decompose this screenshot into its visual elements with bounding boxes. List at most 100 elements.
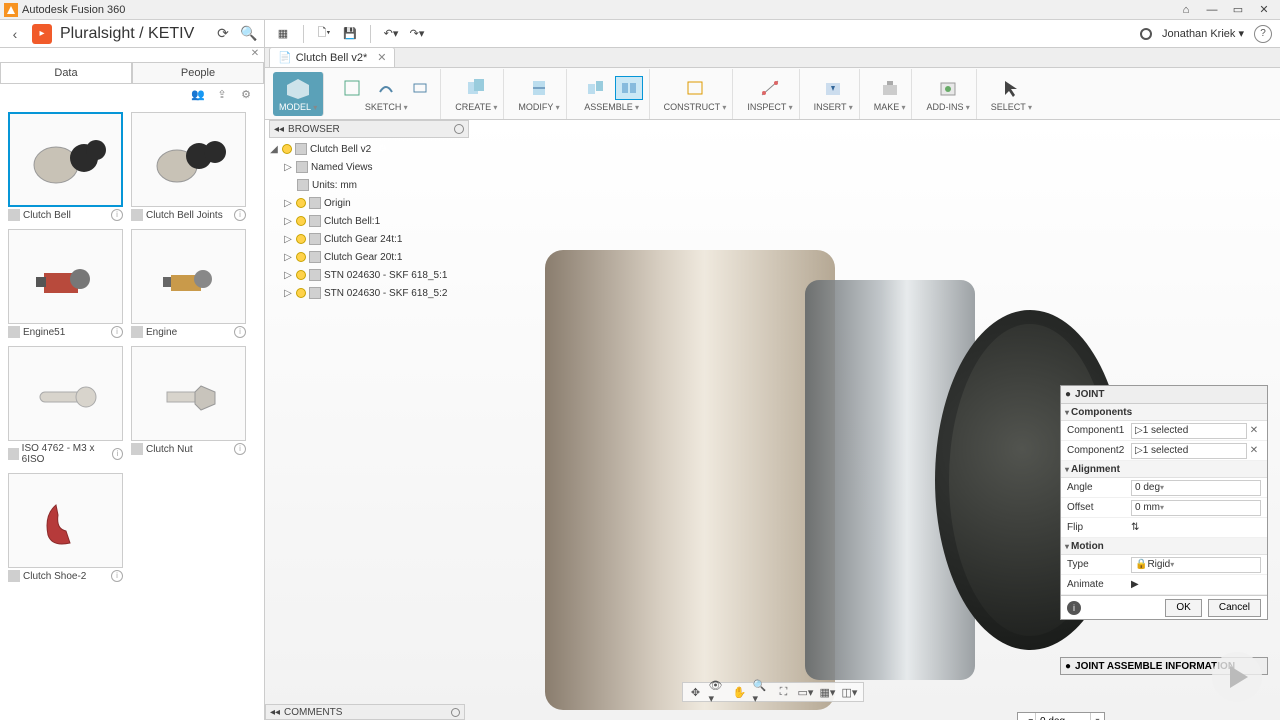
offset-input[interactable]: 0 mm — [1131, 500, 1261, 516]
expand-icon[interactable]: ▷ — [283, 216, 293, 227]
grid-icon[interactable]: ▦▾ — [819, 684, 837, 700]
visibility-icon[interactable] — [282, 144, 292, 154]
orbit-icon[interactable]: ✥ — [687, 684, 705, 700]
assemble-component-icon[interactable] — [581, 76, 609, 100]
redo-icon[interactable]: ↷▾ — [407, 24, 427, 44]
selection-field[interactable]: ▷ 1 selected — [1131, 443, 1247, 459]
tree-settings-icon[interactable]: ⚙ — [378, 144, 387, 155]
tree-node[interactable]: ▷STN 024630 - SKF 618_5:2 — [269, 284, 469, 302]
info-icon[interactable]: i — [234, 443, 246, 455]
expand-icon[interactable]: ▷ — [283, 288, 293, 299]
info-icon[interactable]: i — [111, 209, 123, 221]
help-icon[interactable]: ? — [1254, 25, 1272, 43]
thumb-engine[interactable]: Enginei — [131, 229, 246, 338]
ribbon-inspect[interactable]: INSPECT — [741, 69, 799, 119]
dropdown-icon[interactable]: ▾ — [1090, 713, 1104, 720]
user-menu[interactable]: Jonathan Kriek ▾ — [1162, 27, 1244, 40]
info-icon[interactable]: i — [112, 448, 123, 460]
look-icon[interactable]: 👁▾ — [709, 684, 727, 700]
grid-view-icon[interactable]: ▦ — [273, 24, 293, 44]
new-file-icon[interactable]: 🗋▾ — [314, 24, 334, 44]
visibility-icon[interactable] — [296, 288, 306, 298]
tree-node[interactable]: ▷Clutch Gear 20t:1 — [269, 248, 469, 266]
info-icon[interactable]: i — [234, 209, 246, 221]
sketch-rect-icon[interactable] — [406, 76, 434, 100]
thumb-engine51[interactable]: Engine51i — [8, 229, 123, 338]
type-dropdown[interactable]: 🔒 Rigid — [1131, 557, 1261, 573]
clear-selection-icon[interactable]: ✕ — [1247, 425, 1261, 436]
tree-root-row[interactable]: ◢ Clutch Bell v2 ⚙ — [269, 140, 469, 158]
undo-icon[interactable]: ↶▾ — [381, 24, 401, 44]
info-icon[interactable]: i — [234, 326, 246, 338]
section-motion[interactable]: Motion — [1061, 538, 1267, 555]
tree-node[interactable]: ▷Clutch Gear 24t:1 — [269, 230, 469, 248]
tree-node[interactable]: ▷Clutch Bell:1 — [269, 212, 469, 230]
animate-play-icon[interactable]: ▶ — [1131, 579, 1139, 590]
zoom-icon[interactable]: 🔍▾ — [753, 684, 771, 700]
tree-node[interactable]: ▷Named Views — [269, 158, 469, 176]
sketch-line-icon[interactable] — [372, 76, 400, 100]
back-icon[interactable]: ‹ — [6, 26, 24, 42]
visibility-icon[interactable] — [296, 216, 306, 226]
thumb-clutch-nut[interactable]: Clutch Nuti — [131, 346, 246, 465]
ribbon-sketch[interactable]: SKETCH — [332, 69, 441, 119]
viewport[interactable]: ◂◂ BROWSER ◢ Clutch Bell v2 ⚙ ▷Named Vie… — [265, 120, 1280, 720]
thumb-iso-bolt[interactable]: ISO 4762 - M3 x 6ISOi — [8, 346, 123, 465]
visibility-icon[interactable] — [296, 198, 306, 208]
tree-node[interactable]: ▷STN 024630 - SKF 618_5:1 — [269, 266, 469, 284]
expand-icon[interactable]: ◢ — [269, 144, 279, 155]
upload-icon[interactable]: ⇪ — [214, 88, 230, 104]
window-maximize-icon[interactable]: ▭ — [1226, 2, 1250, 18]
pin-icon[interactable] — [454, 124, 464, 134]
tree-node[interactable]: Units: mm — [269, 176, 469, 194]
info-icon[interactable]: i — [111, 326, 123, 338]
angle-input[interactable]: 0 deg — [1131, 480, 1261, 496]
pan-icon[interactable]: ✋ — [731, 684, 749, 700]
search-icon[interactable]: 🔍 — [240, 25, 258, 42]
collapse-icon[interactable]: ◂◂ — [274, 124, 284, 135]
fit-icon[interactable]: ⛶ — [775, 684, 793, 700]
assemble-joint-icon[interactable] — [615, 76, 643, 100]
data-panel-close-icon[interactable]: ✕ — [248, 48, 262, 62]
pin-icon[interactable] — [451, 708, 460, 717]
section-alignment[interactable]: Alignment — [1061, 461, 1267, 478]
ribbon-addins[interactable]: ADD-INS — [920, 69, 976, 119]
tree-node[interactable]: ▷Origin — [269, 194, 469, 212]
expand-icon[interactable]: ▷ — [283, 198, 293, 209]
settings-icon[interactable]: ⚙ — [238, 88, 254, 104]
ok-button[interactable]: OK — [1165, 599, 1201, 617]
joint-dialog-header[interactable]: ●JOINT — [1061, 386, 1267, 404]
record-icon[interactable] — [1140, 28, 1152, 40]
flip-icon[interactable]: ⇅ — [1131, 522, 1139, 533]
visibility-icon[interactable] — [296, 234, 306, 244]
refresh-icon[interactable]: ⟳ — [214, 25, 232, 42]
doc-tab-clutch-bell[interactable]: 📄 Clutch Bell v2* ✕ — [269, 47, 395, 67]
workspace-switcher[interactable]: MODEL — [273, 72, 324, 116]
expand-icon[interactable]: ▷ — [283, 234, 293, 245]
browser-header[interactable]: ◂◂ BROWSER — [269, 120, 469, 138]
comments-bar[interactable]: ◂◂ COMMENTS — [265, 704, 465, 720]
info-icon[interactable]: i — [1067, 601, 1081, 615]
visibility-icon[interactable] — [296, 252, 306, 262]
window-close-icon[interactable]: ✕ — [1252, 2, 1276, 18]
expand-icon[interactable]: ▷ — [283, 162, 293, 173]
tab-data[interactable]: Data — [0, 62, 132, 83]
ribbon-create[interactable]: CREATE — [449, 69, 504, 119]
thumb-clutch-bell[interactable]: Clutch Belli — [8, 112, 123, 221]
floating-angle-input[interactable]: ▭▾ 0 deg ▾ — [1017, 712, 1105, 720]
display-icon[interactable]: ▭▾ — [797, 684, 815, 700]
new-folder-icon[interactable]: 👥 — [190, 88, 206, 104]
ribbon-insert[interactable]: INSERT — [808, 69, 860, 119]
section-components[interactable]: Components — [1061, 404, 1267, 421]
viewport-icon[interactable]: ◫▾ — [841, 684, 859, 700]
visibility-icon[interactable] — [296, 270, 306, 280]
breadcrumb[interactable]: Pluralsight / KETIV — [60, 25, 206, 43]
ribbon-modify[interactable]: MODIFY — [512, 69, 566, 119]
info-icon[interactable]: i — [111, 570, 123, 582]
expand-icon[interactable]: ▷ — [283, 252, 293, 263]
thumb-clutch-shoe[interactable]: Clutch Shoe-2i — [8, 473, 123, 582]
window-help-icon[interactable]: ⌂ — [1174, 2, 1198, 18]
close-tab-icon[interactable]: ✕ — [377, 51, 386, 64]
clear-selection-icon[interactable]: ✕ — [1247, 445, 1261, 456]
expand-icon[interactable]: ▷ — [283, 270, 293, 281]
